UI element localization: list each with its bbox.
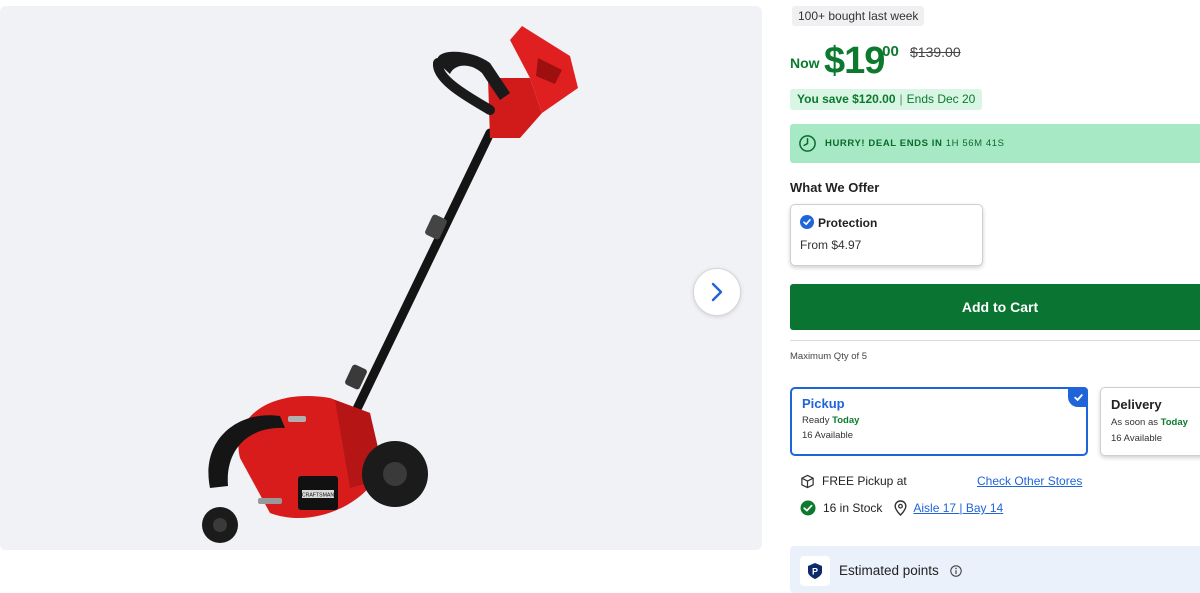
check-other-stores-link[interactable]: Check Other Stores (977, 474, 1082, 488)
deal-text: HURRY! DEAL ENDS IN 1H 56M 41S (825, 138, 1005, 149)
pickup-title: Pickup (802, 396, 845, 411)
in-stock-check-icon (800, 500, 816, 516)
deal-timer: 1H 56M 41S (945, 138, 1005, 149)
current-price: $19 (824, 40, 885, 82)
bought-badge: 100+ bought last week (792, 6, 925, 26)
delivery-option[interactable]: Delivery As soon as Today 16 Available (1100, 387, 1200, 456)
savings-pill: You save $120.00 | Ends Dec 20 (790, 89, 983, 110)
stock-row: 16 in Stock Aisle 17 | Bay 14 (800, 499, 1003, 517)
aisle-link[interactable]: Aisle 17 | Bay 14 (913, 501, 1003, 515)
deal-end-date: Ends Dec 20 (906, 92, 976, 106)
protection-price: From $4.97 (800, 238, 862, 252)
next-image-button[interactable] (693, 268, 741, 316)
now-label: Now (790, 55, 820, 71)
protection-card[interactable]: Protection From $4.97 (790, 204, 983, 266)
savings-amount: You save $120.00 (797, 92, 896, 106)
clock-icon (799, 135, 816, 152)
add-to-cart-button[interactable]: Add to Cart (790, 284, 1200, 330)
delivery-available: 16 Available (1111, 433, 1163, 444)
info-icon[interactable] (950, 565, 962, 577)
offer-title: What We Offer (790, 180, 880, 195)
pickup-available: 16 Available (802, 430, 854, 441)
points-logo: P (800, 556, 830, 586)
selected-check-icon (1068, 387, 1088, 407)
estimated-points-label: Estimated points (839, 563, 939, 578)
chevron-right-icon (711, 282, 723, 302)
savings-separator: | (899, 92, 903, 106)
stock-text: 16 in Stock (823, 501, 883, 515)
pickup-store-row: FREE Pickup at (800, 472, 907, 490)
max-qty-note: Maximum Qty of 5 (790, 351, 868, 362)
delivery-eta: As soon as Today (1111, 417, 1188, 428)
points-badge-letter: P (812, 567, 818, 577)
original-price: $139.00 (910, 44, 961, 60)
pickup-option[interactable]: Pickup Ready Today 16 Available (790, 387, 1088, 456)
pickup-ready: Ready Today (802, 415, 860, 426)
brand-plate-text: CRAFTSMAN (302, 493, 335, 499)
location-pin-icon (894, 500, 907, 516)
product-image[interactable]: CRAFTSMAN (170, 18, 610, 548)
deal-label: HURRY! DEAL ENDS IN (825, 138, 943, 149)
purchase-panel: 100+ bought last week Now $19 .00 $139.0… (790, 0, 1200, 593)
current-price-cents: .00 (878, 43, 899, 60)
divider (790, 340, 1200, 341)
free-pickup-text: FREE Pickup at (822, 474, 907, 488)
package-icon (801, 474, 814, 488)
estimated-points-box[interactable]: P Estimated points (790, 546, 1200, 593)
deal-countdown-banner: HURRY! DEAL ENDS IN 1H 56M 41S (790, 124, 1200, 163)
product-gallery: CRAFTSMAN (0, 6, 762, 550)
protection-title: Protection (818, 216, 878, 230)
delivery-title: Delivery (1111, 397, 1162, 412)
checkmark-icon (800, 215, 814, 229)
